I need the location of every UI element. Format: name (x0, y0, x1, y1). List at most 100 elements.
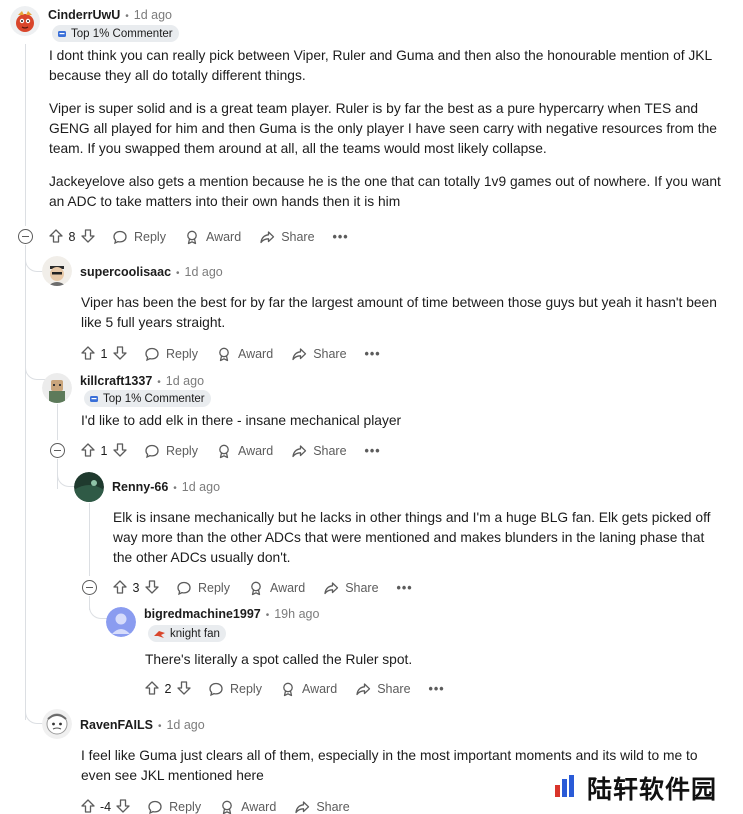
comment-meta: CinderrUwU • 1d ago (48, 8, 172, 22)
upvote-icon[interactable] (112, 579, 128, 598)
team-logo-icon (153, 629, 166, 639)
comment-body: Elk is insane mechanically but he lacks … (113, 508, 723, 568)
separator-dot: • (173, 483, 177, 494)
downvote-icon[interactable] (112, 345, 128, 364)
reply-icon (145, 444, 159, 459)
vote-count: 2 (164, 682, 172, 696)
share-button[interactable]: Share (323, 580, 379, 596)
watermark-text: 陆轩软件园 (587, 775, 718, 804)
more-options-button[interactable]: ••• (365, 347, 381, 361)
vote-group: 1 (80, 345, 128, 364)
share-label: Share (281, 230, 315, 244)
upvote-icon[interactable] (144, 680, 160, 699)
share-label: Share (313, 347, 347, 361)
reply-label: Reply (230, 682, 262, 696)
upvote-icon[interactable] (80, 345, 96, 364)
timestamp[interactable]: 1d ago (134, 8, 172, 22)
avatar[interactable] (42, 373, 72, 403)
comment-paragraph: Viper is super solid and is a great team… (49, 101, 717, 156)
collapse-thread-button[interactable] (50, 443, 65, 458)
watermark: 陆轩软件园 (543, 762, 743, 814)
reply-icon (209, 682, 223, 697)
share-button[interactable]: Share (259, 229, 315, 245)
award-button[interactable]: Award (219, 799, 276, 814)
award-label: Award (301, 682, 338, 696)
comment-meta: RavenFAILS • 1d ago (80, 718, 205, 732)
timestamp[interactable]: 1d ago (185, 265, 223, 279)
share-icon (292, 348, 307, 361)
collapse-thread-button[interactable] (18, 229, 33, 244)
reply-button[interactable]: Reply (208, 681, 262, 697)
comment-actions: 1 Reply Award Share ••• (80, 440, 381, 462)
thread-branch-killcraft (25, 366, 45, 380)
share-label: Share (377, 682, 411, 696)
share-icon (324, 582, 339, 595)
upvote-icon[interactable] (80, 798, 96, 814)
comment-actions: 2 Reply Award Share ••• (144, 678, 445, 700)
avatar[interactable] (42, 256, 72, 286)
avatar[interactable] (74, 472, 104, 502)
vote-count: 8 (68, 230, 76, 244)
timestamp[interactable]: 1d ago (182, 480, 220, 494)
author-name[interactable]: supercoolisaac (80, 265, 171, 279)
comment-meta: bigredmachine1997 • 19h ago (144, 607, 319, 621)
more-options-button[interactable]: ••• (365, 444, 381, 458)
award-button[interactable]: Award (184, 229, 241, 245)
upvote-icon[interactable] (80, 442, 96, 461)
comment-meta: Renny-66 • 1d ago (112, 480, 220, 494)
avatar[interactable] (106, 607, 136, 637)
comment-body: There's literally a spot called the Rule… (145, 650, 725, 670)
reply-icon (145, 347, 159, 362)
comment-paragraph: Elk is insane mechanically but he lacks … (113, 510, 711, 565)
timestamp[interactable]: 19h ago (274, 607, 319, 621)
reply-icon (113, 230, 127, 245)
award-button[interactable]: Award (248, 580, 305, 596)
award-label: Award (205, 230, 242, 244)
comment-meta: supercoolisaac • 1d ago (80, 265, 223, 279)
share-button[interactable]: Share (291, 346, 347, 362)
comment-actions: -4 Reply Award Share (80, 796, 368, 814)
share-button[interactable]: Share (355, 681, 411, 697)
award-button[interactable]: Award (216, 443, 273, 459)
share-label: Share (313, 444, 347, 458)
author-name[interactable]: RavenFAILS (80, 718, 153, 732)
share-button[interactable]: Share (291, 443, 347, 459)
downvote-icon[interactable] (80, 228, 96, 247)
award-button[interactable]: Award (280, 681, 337, 697)
vote-group: 8 (48, 228, 96, 247)
author-name[interactable]: Renny-66 (112, 480, 168, 494)
separator-dot: • (125, 11, 129, 22)
author-name[interactable]: bigredmachine1997 (144, 607, 261, 621)
avatar[interactable] (10, 6, 40, 36)
downvote-icon[interactable] (176, 680, 192, 699)
vote-group: 1 (80, 442, 128, 461)
reply-button[interactable]: Reply (176, 580, 230, 596)
share-button[interactable]: Share (294, 799, 350, 814)
reply-label: Reply (166, 444, 198, 458)
author-name[interactable]: CinderrUwU (48, 8, 120, 22)
share-icon (260, 231, 275, 244)
thread-line-killcraft (57, 404, 58, 440)
reply-button[interactable]: Reply (144, 443, 198, 459)
collapse-thread-button[interactable] (82, 580, 97, 595)
timestamp[interactable]: 1d ago (166, 374, 204, 388)
flair-text: knight fan (170, 627, 220, 640)
reply-label: Reply (198, 581, 230, 595)
award-button[interactable]: Award (216, 346, 273, 362)
comment-paragraph: Jackeyelove also gets a mention because … (49, 174, 721, 209)
downvote-icon[interactable] (115, 798, 131, 814)
reply-button[interactable]: Reply (112, 229, 166, 245)
reply-button[interactable]: Reply (144, 346, 198, 362)
user-flair: Top 1% Commenter (52, 25, 179, 42)
avatar[interactable] (42, 709, 72, 739)
more-options-button[interactable]: ••• (429, 682, 445, 696)
timestamp[interactable]: 1d ago (166, 718, 204, 732)
reply-button[interactable]: Reply (147, 799, 201, 814)
downvote-icon[interactable] (112, 442, 128, 461)
downvote-icon[interactable] (144, 579, 160, 598)
separator-dot: • (176, 268, 180, 279)
more-options-button[interactable]: ••• (397, 581, 413, 595)
more-options-button[interactable]: ••• (333, 230, 349, 244)
upvote-icon[interactable] (48, 228, 64, 247)
author-name[interactable]: killcraft1337 (80, 374, 152, 388)
